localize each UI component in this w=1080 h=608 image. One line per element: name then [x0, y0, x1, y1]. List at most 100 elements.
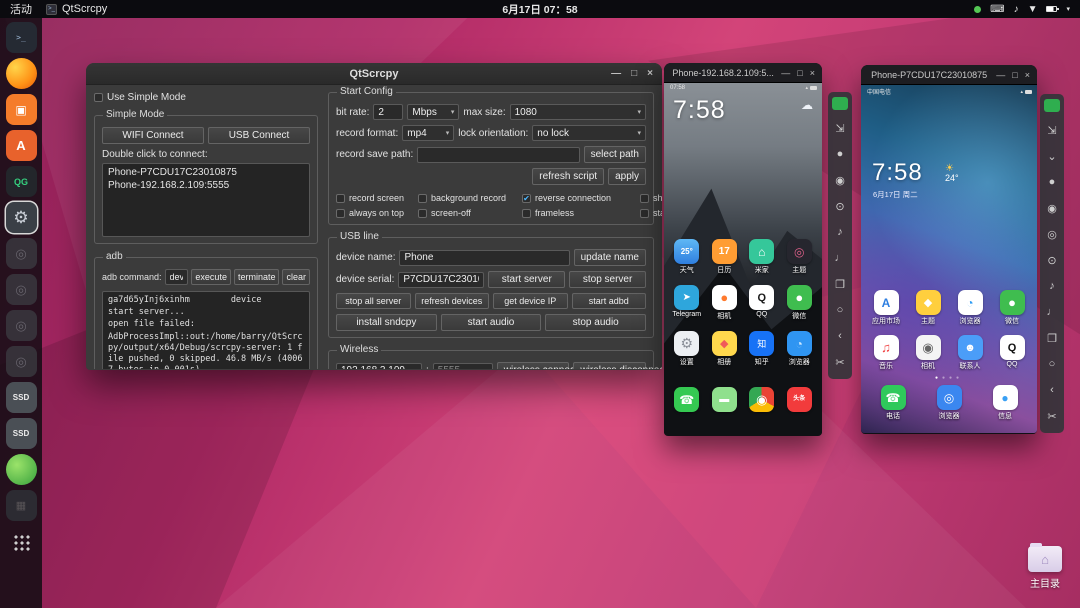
screen-off-checkbox[interactable]: screen-off	[418, 208, 520, 218]
dock-app-icon[interactable]: ◎	[5, 274, 37, 305]
stop-server-button[interactable]: stop server	[569, 271, 647, 288]
use-simple-mode-checkbox[interactable]: Use Simple Mode	[94, 92, 318, 103]
close-button[interactable]: ×	[1025, 70, 1030, 80]
device-serial-input[interactable]	[398, 271, 485, 288]
calendar-app-icon[interactable]: 17	[711, 239, 737, 264]
dock-green-app-icon[interactable]	[5, 454, 37, 485]
record-screen-checkbox[interactable]: record screen	[336, 193, 416, 203]
touch-toggle-icon[interactable]: ●	[828, 141, 852, 167]
checkbox-box[interactable]	[522, 208, 531, 218]
volume-down-icon[interactable]: ♩	[1040, 299, 1064, 325]
expand-icon[interactable]: ⌄	[1040, 143, 1064, 169]
close-button[interactable]: ×	[810, 68, 815, 78]
phone1-titlebar[interactable]: Phone-192.168.2.109:5... — □ ×	[664, 63, 822, 83]
mihome-app-icon[interactable]: ⌂	[749, 239, 775, 264]
start-server-button[interactable]: start server	[488, 271, 566, 288]
wireless-port-input[interactable]	[432, 362, 493, 369]
zhihu-app-icon[interactable]: 知	[749, 331, 775, 356]
dock-terminal-icon[interactable]: >_	[5, 22, 37, 53]
device-list-item[interactable]: Phone-192.168.2.109:5555	[103, 179, 309, 192]
themes-app-icon[interactable]: ◆	[915, 290, 941, 315]
refresh-script-button[interactable]: refresh script	[532, 168, 605, 185]
group-control-button[interactable]	[832, 97, 848, 110]
dock-qg-app-icon[interactable]: QG	[5, 166, 37, 197]
app-camera[interactable]: ◉ 相机	[911, 335, 945, 371]
get-device-ip-button[interactable]: get device IP	[493, 293, 568, 309]
contacts-app-icon[interactable]: ☻	[957, 335, 983, 360]
checkbox-box[interactable]	[640, 208, 649, 218]
frameless-checkbox[interactable]: frameless	[522, 208, 638, 218]
group-control-button[interactable]	[1044, 99, 1060, 112]
volume-icon[interactable]: ♪	[1014, 4, 1019, 15]
maximize-button[interactable]: □	[1012, 70, 1017, 80]
app-themes[interactable]: ◆ 主题	[911, 290, 945, 326]
app-browser[interactable]: ◔ 浏览器	[953, 290, 987, 326]
messages-app-icon[interactable]: ●	[992, 385, 1018, 410]
record-save-path-input[interactable]	[417, 146, 580, 163]
show-applications-button[interactable]	[6, 526, 37, 557]
window-titlebar[interactable]: QtScrcpy — □ ×	[86, 63, 662, 85]
phone-app-icon[interactable]: ☎	[880, 385, 906, 410]
app-appgallery[interactable]: A 应用市场	[869, 290, 903, 326]
app-qq[interactable]: Q QQ	[745, 285, 779, 321]
phone2-titlebar[interactable]: Phone-P7CDU17C23010875 — □ ×	[861, 65, 1037, 85]
settings-app-icon[interactable]: ⚙	[674, 331, 700, 356]
stop-all-server-button[interactable]: stop all server	[336, 293, 411, 309]
app-wechat[interactable]: ● 微信	[995, 290, 1029, 326]
device-name-input[interactable]	[399, 249, 570, 266]
always-on-top-checkbox[interactable]: always on top	[336, 208, 416, 218]
close-button[interactable]: ×	[647, 68, 653, 79]
usb-connect-button[interactable]: USB Connect	[208, 127, 310, 144]
dock-app-icon[interactable]: ◎	[5, 346, 37, 377]
browser-app-icon[interactable]: ◔	[957, 290, 983, 315]
home-icon[interactable]: ○	[1040, 351, 1064, 377]
minimize-button[interactable]: —	[996, 70, 1005, 80]
power-icon[interactable]: ⊙	[828, 193, 852, 219]
dock-software-icon[interactable]: A	[5, 130, 37, 161]
dock-phone[interactable]: ☎	[670, 387, 704, 412]
phone-app-icon[interactable]: ☎	[674, 387, 700, 412]
app-weather[interactable]: 25° 天气	[670, 239, 704, 275]
dock-app-icon[interactable]: ◎	[5, 310, 37, 341]
install-sndcpy-button[interactable]: install sndcpy	[336, 314, 437, 331]
qq-app-icon[interactable]: Q	[749, 285, 775, 310]
touch-toggle-icon[interactable]: ●	[1040, 169, 1064, 195]
dock-messages[interactable]: ● 信息	[988, 385, 1022, 421]
device-list-item[interactable]: Phone-P7CDU17C23010875	[103, 166, 309, 179]
battery-icon[interactable]	[1046, 6, 1060, 12]
messages-app-icon[interactable]: ▬	[711, 387, 737, 412]
app-telegram[interactable]: ➤ Telegram	[670, 285, 704, 321]
fullscreen-icon[interactable]: ⇲	[1040, 117, 1064, 143]
dock-settings-icon-active[interactable]: ⚙	[5, 202, 37, 233]
start-audio-button[interactable]: start audio	[440, 314, 542, 331]
browser-app-icon[interactable]: ◎	[936, 385, 962, 410]
terminate-button[interactable]: terminate	[233, 269, 280, 285]
screen-eye-icon[interactable]: ◉	[1040, 195, 1064, 221]
dock-ssd-drive-icon[interactable]: SSD	[5, 418, 37, 449]
record-format-combo[interactable]: mp4 ▾	[402, 125, 455, 141]
home-icon[interactable]: ○	[828, 297, 852, 323]
dock-browser[interactable]: ◎ 浏览器	[932, 385, 966, 421]
dock-firefox-icon[interactable]	[5, 58, 37, 89]
update-name-button[interactable]: update name	[573, 249, 646, 266]
volume-up-icon[interactable]: ♪	[828, 219, 852, 245]
camera-app-icon[interactable]: ●	[711, 285, 737, 310]
checkbox-box[interactable]	[418, 208, 427, 218]
screenshot-icon[interactable]: ✂	[828, 349, 852, 375]
stop-audio-button[interactable]: stop audio	[545, 314, 647, 331]
appgallery-app-icon[interactable]: A	[873, 290, 899, 315]
camera-app-icon[interactable]: ◉	[915, 335, 941, 360]
lock-orientation-combo[interactable]: no lock ▾	[532, 125, 646, 141]
back-icon[interactable]: ‹	[828, 323, 852, 349]
volume-up-icon[interactable]: ♪	[1040, 273, 1064, 299]
select-path-button[interactable]: select path	[583, 146, 646, 163]
themes-app-icon[interactable]: ◎	[786, 239, 812, 264]
chrome-app-icon[interactable]: ◉	[749, 387, 775, 412]
app-zhihu[interactable]: 知知乎	[745, 331, 779, 367]
adb-log-output[interactable]: ga7d65yInj6xinhm device start server... …	[102, 291, 310, 369]
app-wechat[interactable]: ● 微信	[782, 285, 816, 321]
weather-widget[interactable]: ☀ 24°	[945, 163, 959, 184]
maximize-button[interactable]: □	[631, 68, 637, 79]
app-qq[interactable]: Q QQ	[995, 335, 1029, 371]
focused-app-menu[interactable]: >_ QtScrcpy	[46, 3, 107, 15]
